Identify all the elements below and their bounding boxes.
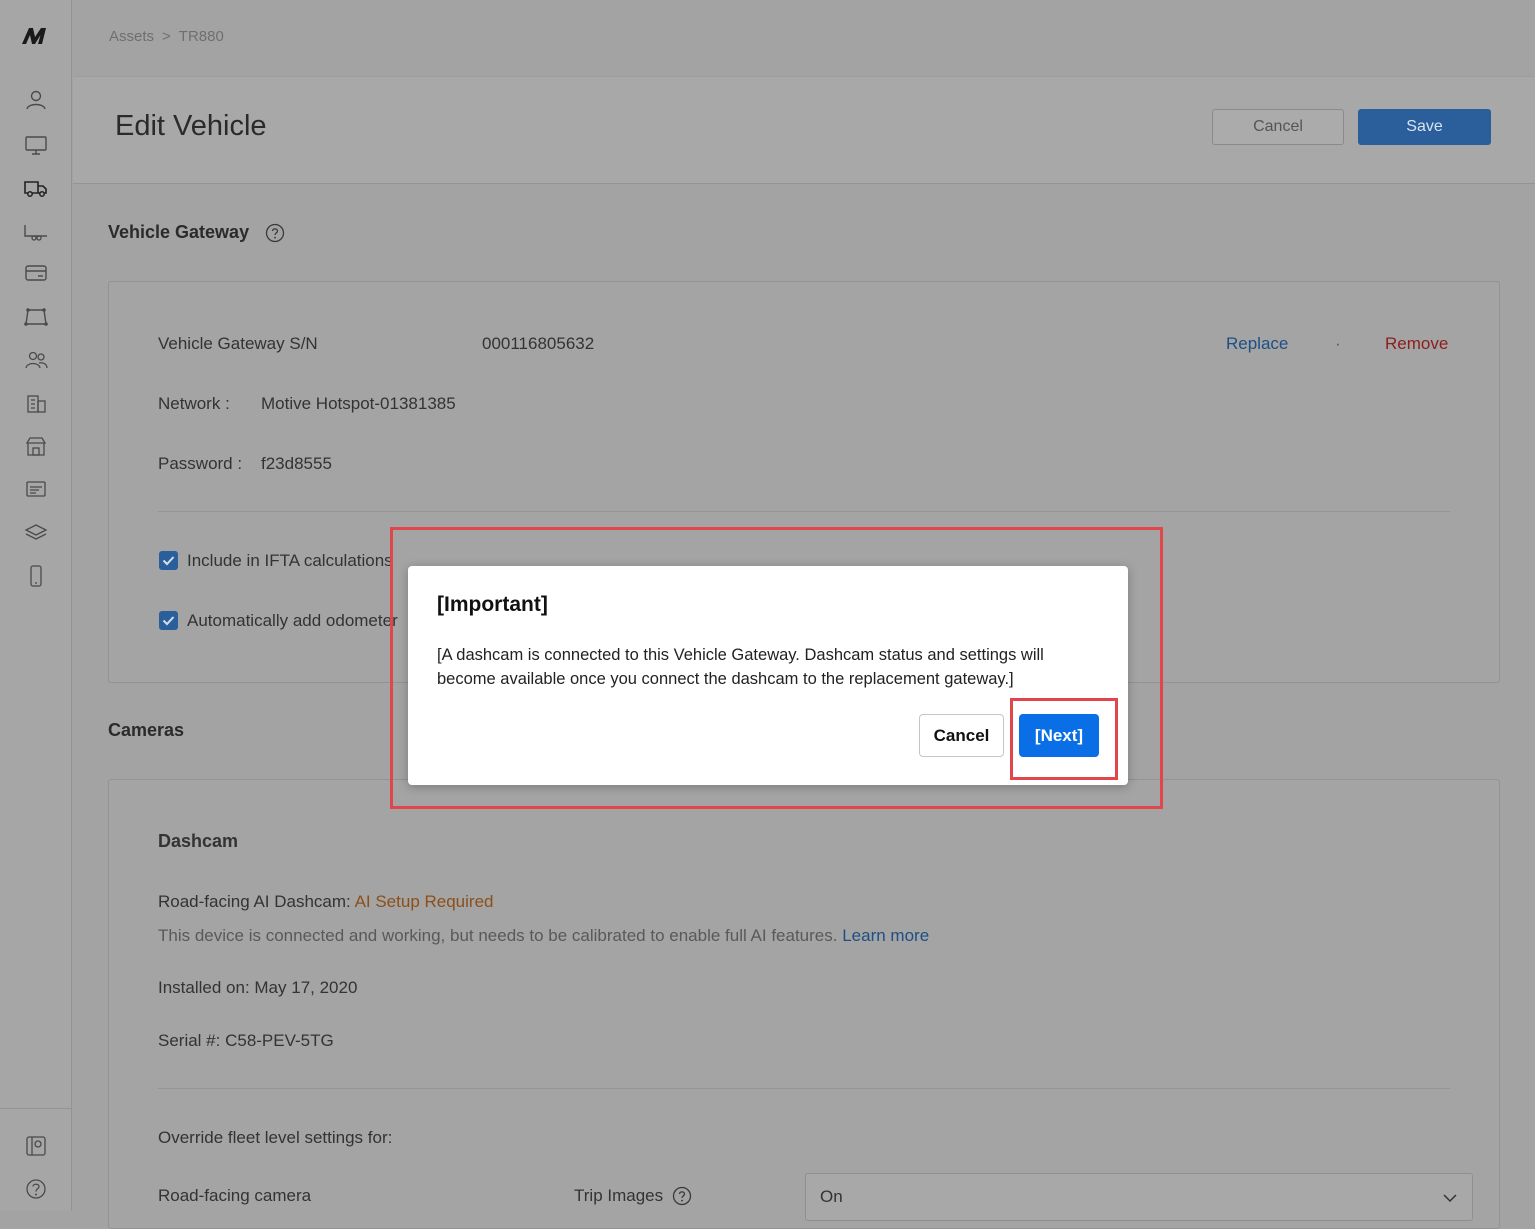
trip-images-value: On	[820, 1187, 843, 1206]
replace-link[interactable]: Replace	[1226, 334, 1288, 354]
link-separator: ·	[1335, 334, 1341, 353]
geofence-icon[interactable]	[22, 305, 50, 329]
gateway-divider	[158, 511, 1450, 512]
odometer-checkbox[interactable]	[159, 611, 178, 630]
ifta-checkbox[interactable]	[159, 551, 178, 570]
breadcrumb-current: TR880	[178, 28, 224, 45]
password-value: f23d8555	[261, 454, 332, 473]
remove-link[interactable]: Remove	[1385, 334, 1448, 354]
override-label: Override fleet level settings for:	[158, 1128, 393, 1147]
building-icon[interactable]	[22, 392, 50, 416]
dashcam-title: Dashcam	[158, 831, 239, 851]
trip-images-label: Trip Images	[574, 1186, 664, 1205]
users-icon[interactable]	[22, 348, 50, 372]
ifta-label: Include in IFTA calculations	[187, 551, 393, 570]
road-dashcam-description: This device is connected and working, bu…	[158, 926, 838, 945]
trip-images-select[interactable]: On	[805, 1173, 1473, 1221]
road-dashcam-label: Road-facing AI Dashcam:	[158, 892, 351, 911]
store-icon[interactable]	[22, 435, 50, 459]
layers-icon[interactable]	[22, 521, 50, 545]
question-icon[interactable]	[672, 1186, 692, 1206]
cancel-button[interactable]: Cancel	[1212, 109, 1344, 145]
gateway-sn-value: 000116805632	[482, 334, 595, 353]
chevron-down-icon	[1443, 1194, 1457, 1203]
ai-setup-required-status[interactable]: AI Setup Required	[355, 892, 494, 911]
road-facing-camera-label: Road-facing camera	[158, 1186, 312, 1205]
reports-icon[interactable]	[22, 477, 50, 501]
odometer-label: Automatically add odometer	[187, 611, 398, 630]
breadcrumb-assets[interactable]: Assets	[109, 28, 154, 45]
dialog-cancel-button[interactable]: Cancel	[919, 714, 1004, 757]
help-icon[interactable]	[22, 1177, 50, 1201]
dialog-title: [Important]	[437, 593, 548, 616]
network-value: Motive Hotspot-01381385	[261, 394, 456, 413]
phone-icon[interactable]	[22, 564, 50, 588]
motive-logo[interactable]	[20, 24, 52, 48]
dialog-next-button[interactable]: [Next]	[1019, 714, 1099, 757]
password-label: Password :	[158, 454, 243, 473]
save-button[interactable]: Save	[1358, 109, 1491, 145]
trailer-icon[interactable]	[22, 220, 50, 244]
road-dashcam-status-line: Road-facing AI Dashcam: AI Setup Require…	[158, 892, 493, 912]
cameras-divider	[158, 1088, 1450, 1089]
page-title: Edit Vehicle	[115, 110, 267, 142]
breadcrumb-separator: >	[162, 28, 171, 45]
serial-number: Serial #: C58-PEV-5TG	[158, 1031, 334, 1050]
monitor-icon[interactable]	[22, 133, 50, 157]
truck-icon[interactable]	[22, 176, 50, 200]
important-dialog: [Important] [A dashcam is connected to t…	[408, 566, 1128, 785]
installed-date: Installed on: May 17, 2020	[158, 978, 358, 997]
gateway-sn-label: Vehicle Gateway S/N	[158, 334, 318, 353]
learn-more-link[interactable]: Learn more	[842, 926, 929, 945]
map-pin-icon[interactable]	[22, 1134, 50, 1158]
vehicle-gateway-title: Vehicle Gateway	[108, 222, 250, 242]
breadcrumb: Assets > TR880	[109, 28, 224, 45]
network-label: Network :	[158, 394, 230, 413]
sidebar-divider	[0, 1108, 72, 1109]
question-icon[interactable]	[265, 223, 285, 243]
sidebar	[0, 0, 72, 1211]
user-icon[interactable]	[22, 88, 50, 112]
cameras-card	[108, 779, 1500, 1229]
dialog-message: [A dashcam is connected to this Vehicle …	[437, 646, 1044, 688]
road-dashcam-description-line: This device is connected and working, bu…	[158, 926, 929, 946]
card-icon[interactable]	[22, 261, 50, 285]
cameras-title: Cameras	[108, 720, 185, 740]
